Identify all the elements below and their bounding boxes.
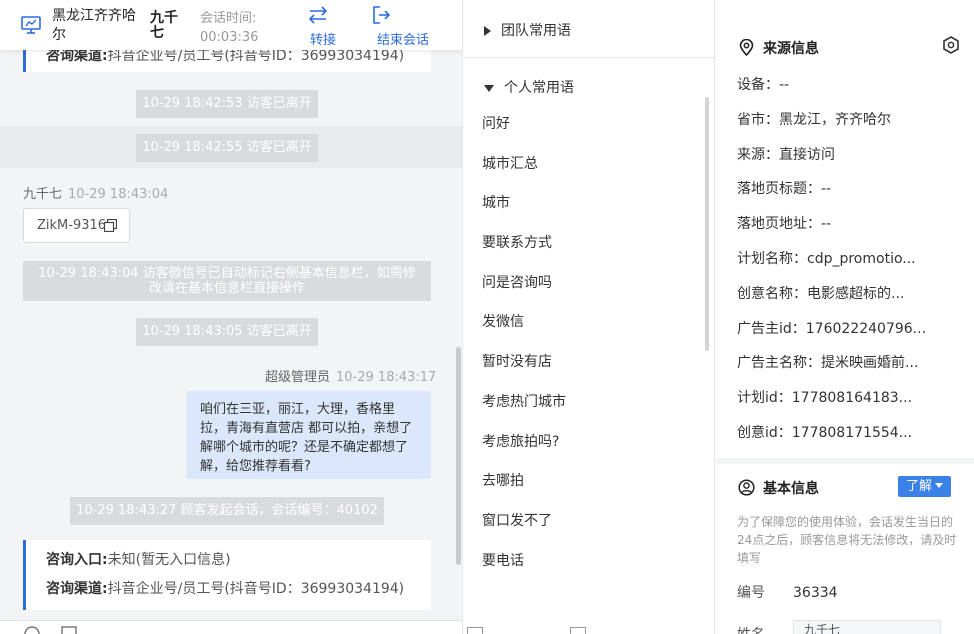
- location-pin-icon: [739, 39, 754, 56]
- bottom-info-card: 咨询入口:未知(暂无入口信息) 咨询渠道:抖音企业号/员工号(抖音号ID：369…: [23, 540, 431, 610]
- copy-icon[interactable]: [104, 219, 117, 232]
- phrase-item[interactable]: 去哪拍: [482, 462, 566, 502]
- exit-icon: [373, 6, 391, 24]
- session-time: 00:03:36: [200, 30, 259, 45]
- info-row: 设备：--: [737, 77, 790, 93]
- id-field: 编号 36334: [737, 582, 838, 602]
- expanded-arrow-icon: [484, 84, 494, 92]
- info-row: 计划id：177808164183...: [737, 390, 913, 407]
- section-divider: [716, 458, 974, 464]
- visitor-location: 黑龙江齐齐哈尔: [52, 8, 136, 43]
- entry-key: 咨询入口:: [46, 552, 108, 568]
- footer-checkbox-icon[interactable]: [570, 627, 586, 634]
- system-message-wechat: 10-29 18:43:04 访客微信号已自动标记右侧基本信息栏，如需修改请在基…: [23, 261, 431, 301]
- info-row: 落地页地址：--: [737, 216, 832, 233]
- channel-value: 抖音企业号/员工号(抖音号ID：36993034194): [107, 581, 405, 597]
- caret-down-icon: [935, 483, 943, 488]
- end-session-button[interactable]: 结束会话: [372, 5, 434, 48]
- code-chip-text: ZikM-9316: [37, 218, 107, 233]
- info-row: 计划名称：cdp_promotio...: [737, 250, 916, 267]
- phrase-item[interactable]: 窗口发不了: [482, 502, 566, 542]
- section-title-text: 来源信息: [763, 41, 819, 57]
- phrase-item[interactable]: 城市: [482, 184, 566, 224]
- chat-scrollbar[interactable]: [456, 347, 461, 565]
- user-circle-icon: [738, 479, 755, 496]
- team-phrases-group[interactable]: 团队常用语: [484, 20, 571, 40]
- entry-value: 未知(暂无入口信息): [107, 552, 231, 568]
- channel-key: 咨询渠道:: [46, 581, 108, 597]
- phrase-item[interactable]: 发微信: [482, 303, 566, 343]
- entry-row: 咨询入口:未知(暂无入口信息): [46, 546, 411, 575]
- chat-header: 黑龙江齐齐哈尔 九千七 会话时间: 00:03:36 转接 结束会话: [0, 0, 462, 50]
- phrase-item[interactable]: 要电话: [482, 542, 566, 582]
- group-label: 团队常用语: [501, 23, 571, 39]
- info-row: 落地页标题：--: [737, 181, 832, 198]
- footer-checkbox-icon[interactable]: [467, 627, 483, 634]
- id-key: 编号: [737, 585, 765, 601]
- source-info-list: 设备：-- 省市：黑龙江，齐齐哈尔 来源：直接访问 落地页标题：-- 落地页地址…: [737, 68, 969, 451]
- section-title-text: 基本信息: [763, 481, 819, 497]
- phrase-item[interactable]: 考虑热门城市: [482, 383, 566, 423]
- chat-panel: 咨询渠道:抖音企业号/员工号(抖音号ID：36993034194) 10-29 …: [0, 0, 463, 634]
- sender-time: 10-29 18:43:17: [336, 370, 437, 385]
- phrase-list: 问好 城市汇总 城市 要联系方式 问是咨询吗 发微信 暂时没有店 考虑热门城市 …: [482, 105, 566, 581]
- transfer-label: 转接: [309, 33, 336, 48]
- sender-name: 九千七: [23, 187, 63, 202]
- visitor-sender: 九千七 10-29 18:43:04: [23, 183, 168, 202]
- sender-time: 10-29 18:43:04: [68, 187, 169, 202]
- info-row: 省市：黑龙江，齐齐哈尔: [737, 111, 891, 128]
- system-message: 10-29 18:42:53 访客已离开: [136, 90, 318, 118]
- monitor-icon: [21, 16, 41, 34]
- system-message: 10-29 18:43:05 访客已离开: [136, 318, 318, 346]
- collapsed-arrow-icon: [484, 26, 491, 36]
- phrase-item[interactable]: 暂时没有店: [482, 343, 566, 383]
- know-dropdown-button[interactable]: 了解: [898, 476, 951, 497]
- channel-row: 咨询渠道:抖音企业号/员工号(抖音号ID：36993034194): [46, 575, 411, 604]
- channel-key: 咨询渠道:: [46, 48, 108, 64]
- phrase-item[interactable]: 问是咨询吗: [482, 264, 566, 304]
- phrases-scrollbar[interactable]: [705, 97, 709, 351]
- visitor-name: 九千七: [150, 10, 178, 41]
- name-field-label: 姓名: [737, 624, 793, 634]
- personal-phrases-group[interactable]: 个人常用语: [484, 77, 574, 97]
- phrase-item[interactable]: 考虑旅拍吗?: [482, 423, 566, 463]
- basic-info-title: 基本信息: [738, 478, 819, 498]
- settings-icon[interactable]: [942, 36, 960, 54]
- agent-message-bubble: 咱们在三亚，丽江，大理，香格里拉，青海有直营店 都可以拍，亲想了解哪个城市的呢？…: [186, 391, 431, 479]
- phrase-item[interactable]: 问好: [482, 105, 566, 145]
- name-key: 姓名: [737, 624, 793, 634]
- info-row: 广告主名称：提米映画婚前...: [737, 355, 919, 372]
- system-message-session: 10-29 18:43:27 顾客发起会话，会话编号：40102: [70, 497, 384, 525]
- code-chip[interactable]: ZikM-9316: [23, 208, 130, 243]
- emoji-icon[interactable]: [24, 626, 40, 634]
- sender-name: 超级管理员: [265, 370, 331, 385]
- source-info-title: 来源信息: [738, 38, 819, 58]
- group-divider: [464, 57, 714, 58]
- image-icon[interactable]: [61, 626, 77, 634]
- end-session-label: 结束会话: [376, 33, 429, 48]
- session-time-label: 会话时间:: [200, 11, 257, 26]
- info-row: 创意id：177808171554...: [737, 424, 913, 441]
- id-value: 36334: [793, 585, 838, 601]
- info-row: 创意名称：电影感超标的...: [737, 285, 905, 302]
- info-row: 来源：直接访问: [737, 146, 835, 163]
- chat-input-toolbar: [0, 620, 462, 634]
- info-panel: 来源信息 设备：-- 省市：黑龙江，齐齐哈尔 来源：直接访问 落地页标题：-- …: [716, 0, 974, 634]
- group-label: 个人常用语: [504, 80, 574, 96]
- phrase-item[interactable]: 城市汇总: [482, 145, 566, 185]
- phrases-panel: 团队常用语 个人常用语 问好 城市汇总 城市 要联系方式 问是咨询吗 发微信 暂…: [464, 0, 715, 634]
- agent-sender: 超级管理员 10-29 18:43:17: [265, 366, 436, 385]
- know-button-label: 了解: [905, 479, 932, 494]
- info-row: 广告主id：176022240796...: [737, 320, 927, 337]
- system-message: 10-29 18:42:55 访客已离开: [136, 134, 318, 162]
- channel-value: 抖音企业号/员工号(抖音号ID：36993034194): [107, 48, 405, 64]
- phrase-item[interactable]: 要联系方式: [482, 224, 566, 264]
- edit-notice: 为了保障您的使用体验，会话发生当日的24点之后，顾客信息将无法修改，请及时填写: [737, 515, 957, 565]
- transfer-icon: [308, 6, 328, 24]
- name-input[interactable]: 九千七: [793, 620, 941, 634]
- transfer-button[interactable]: 转接: [306, 5, 340, 48]
